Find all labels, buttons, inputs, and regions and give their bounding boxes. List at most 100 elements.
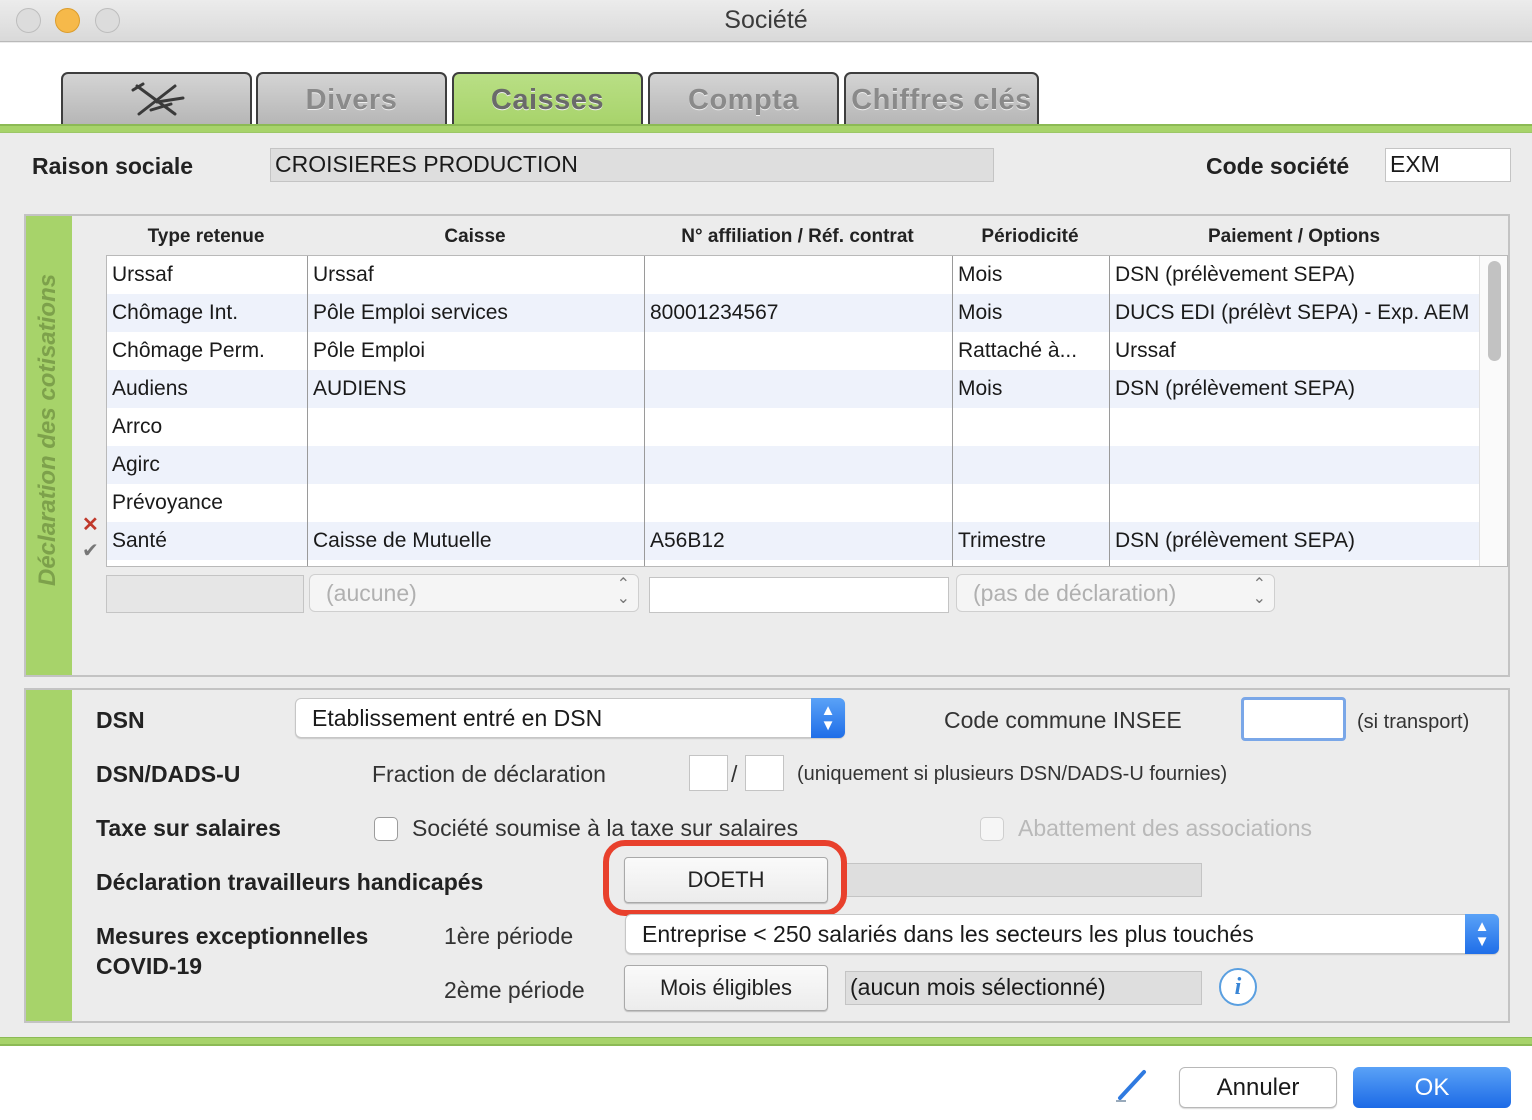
tab-compta[interactable]: Compta xyxy=(648,72,839,126)
affiliation-input[interactable] xyxy=(649,577,949,613)
col-header-affiliation[interactable]: N° affiliation / Réf. contrat xyxy=(644,226,951,248)
code-societe-label: Code société xyxy=(1206,153,1350,179)
periodicite-select[interactable]: (pas de déclaration) ⌃ ⌄ xyxy=(956,574,1275,612)
table-row[interactable]: Prévoyance xyxy=(107,484,1479,522)
cell-periodicite: Mois xyxy=(958,263,1003,286)
cell-affiliation xyxy=(645,332,952,370)
periode1-select[interactable]: Entreprise < 250 salariés dans les secte… xyxy=(625,914,1499,954)
column-divider xyxy=(1109,256,1110,566)
cell-paiement: Urssaf xyxy=(1115,339,1176,362)
insee-input[interactable] xyxy=(1241,697,1346,741)
caisse-select[interactable]: (aucune) ⌃ ⌄ xyxy=(309,574,639,612)
mois-selected-field: (aucun mois sélectionné) xyxy=(845,971,1202,1005)
cell-periodicite: Mois xyxy=(958,301,1003,324)
cell-caisse: Pôle Emploi xyxy=(313,339,426,362)
cotisations-table: Urssaf Urssaf Mois DSN (prélèvement SEPA… xyxy=(106,255,1508,567)
highlight-annotation xyxy=(603,840,847,916)
code-societe-field[interactable]: EXM xyxy=(1385,148,1511,182)
cell-periodicite xyxy=(953,408,1109,446)
cell-type: Arrco xyxy=(112,415,163,438)
cancel-button[interactable]: Annuler xyxy=(1179,1067,1337,1108)
tab-divers[interactable]: Divers xyxy=(256,72,447,126)
fraction-denominator-input[interactable] xyxy=(745,755,784,791)
footer-separator xyxy=(0,1037,1532,1046)
table-row[interactable]: Chômage Perm. Pôle Emploi Rattaché à... … xyxy=(107,332,1479,370)
cell-type: Chômage Perm. xyxy=(112,339,265,362)
insee-label: Code commune INSEE xyxy=(944,707,1182,733)
dadsu-label: DSN/DADS-U xyxy=(96,761,241,787)
column-divider xyxy=(952,256,953,566)
col-header-caisse[interactable]: Caisse xyxy=(307,226,643,248)
handicap-label: Déclaration travailleurs handicapés xyxy=(96,869,484,895)
tab-chiffres-cles[interactable]: Chiffres clés xyxy=(844,72,1039,126)
caisse-select-value: (aucune) xyxy=(326,580,417,606)
cell-affiliation: 80001234567 xyxy=(650,301,779,324)
fraction-label: Fraction de déclaration xyxy=(372,761,606,787)
cell-type: Urssaf xyxy=(112,263,173,286)
table-row[interactable]: Arrco xyxy=(107,408,1479,446)
abattement-label: Abattement des associations xyxy=(1018,815,1313,841)
table-scrollbar[interactable] xyxy=(1479,256,1507,566)
dsn-label: DSN xyxy=(96,707,145,733)
raison-sociale-label: Raison sociale xyxy=(32,153,194,179)
cell-caisse: Caisse de Mutuelle xyxy=(313,529,492,552)
window-title: Société xyxy=(724,6,808,34)
cell-periodicite xyxy=(953,446,1109,484)
cell-caisse xyxy=(308,484,644,522)
tools-icon xyxy=(131,82,184,116)
scrollbar-thumb[interactable] xyxy=(1488,261,1501,361)
tab-caisses[interactable]: Caisses xyxy=(452,72,643,126)
info-icon[interactable]: i xyxy=(1219,968,1257,1006)
cell-affiliation xyxy=(645,484,952,522)
cell-paiement: DSN (prélèvement SEPA) xyxy=(1115,377,1356,400)
table-row[interactable]: Urssaf Urssaf Mois DSN (prélèvement SEPA… xyxy=(107,256,1479,294)
delete-row-icon[interactable]: ✕ xyxy=(82,512,99,537)
updown-arrows-icon: ▲ ▼ xyxy=(1465,914,1499,954)
cell-type: Santé xyxy=(112,529,167,552)
table-row[interactable]: Agirc xyxy=(107,446,1479,484)
cell-caisse: Pôle Emploi services xyxy=(313,301,508,324)
covid-label-line1: Mesures exceptionnelles xyxy=(96,923,369,949)
ok-button[interactable]: OK xyxy=(1353,1067,1511,1108)
cell-type: Agirc xyxy=(112,453,160,476)
fraction-numerator-input[interactable] xyxy=(689,755,728,791)
tab-tools[interactable] xyxy=(61,72,252,126)
taxe-label: Taxe sur salaires xyxy=(96,815,281,841)
cell-caisse xyxy=(308,408,644,446)
abattement-checkbox[interactable] xyxy=(980,817,1004,841)
tab-separator xyxy=(0,124,1532,133)
cell-paiement: DUCS EDI (prélèvt SEPA) - Exp. AEM xyxy=(1115,301,1470,324)
cell-type: Audiens xyxy=(112,377,188,400)
raison-sociale-field[interactable]: CROISIERES PRODUCTION xyxy=(270,148,994,182)
cell-paiement: DSN (prélèvement SEPA) xyxy=(1115,529,1356,552)
table-row[interactable]: Santé Caisse de Mutuelle A56B12 Trimestr… xyxy=(107,522,1479,560)
cell-caisse: Urssaf xyxy=(313,263,374,286)
cell-affiliation: A56B12 xyxy=(650,529,725,552)
cotisations-group-label: Déclaration des cotisations xyxy=(34,273,61,586)
cell-periodicite: Trimestre xyxy=(958,529,1046,552)
cell-type: Prévoyance xyxy=(112,491,223,514)
mois-eligibles-button[interactable]: Mois éligibles xyxy=(624,965,828,1011)
table-row[interactable]: Chômage Int. Pôle Emploi services 800012… xyxy=(107,294,1479,332)
doeth-status-field xyxy=(845,863,1202,897)
periode1-label: 1ère période xyxy=(444,923,574,949)
col-header-type[interactable]: Type retenue xyxy=(106,226,306,248)
taxe-checkbox-label: Société soumise à la taxe sur salaires xyxy=(412,815,799,841)
pencil-icon[interactable] xyxy=(1112,1066,1150,1104)
cell-affiliation xyxy=(645,408,952,446)
cell-paiement xyxy=(1110,408,1479,446)
col-header-periodicite[interactable]: Périodicité xyxy=(952,226,1108,248)
cell-affiliation xyxy=(645,446,952,484)
taxe-checkbox[interactable] xyxy=(374,817,398,841)
table-row[interactable]: Audiens AUDIENS Mois DSN (prélèvement SE… xyxy=(107,370,1479,408)
col-header-paiement[interactable]: Paiement / Options xyxy=(1109,226,1479,248)
cell-affiliation xyxy=(645,370,952,408)
dsn-side-band xyxy=(26,690,72,1021)
cell-periodicite: Mois xyxy=(958,377,1003,400)
cell-type: Chômage Int. xyxy=(112,301,239,324)
covid-label-line2: COVID-19 xyxy=(96,953,203,979)
validate-row-icon[interactable]: ✔ xyxy=(82,538,99,563)
updown-arrows-icon: ⌃ ⌄ xyxy=(1252,576,1266,607)
dsn-select[interactable]: Etablissement entré en DSN ▲ ▼ xyxy=(295,698,845,738)
cell-paiement xyxy=(1110,446,1479,484)
